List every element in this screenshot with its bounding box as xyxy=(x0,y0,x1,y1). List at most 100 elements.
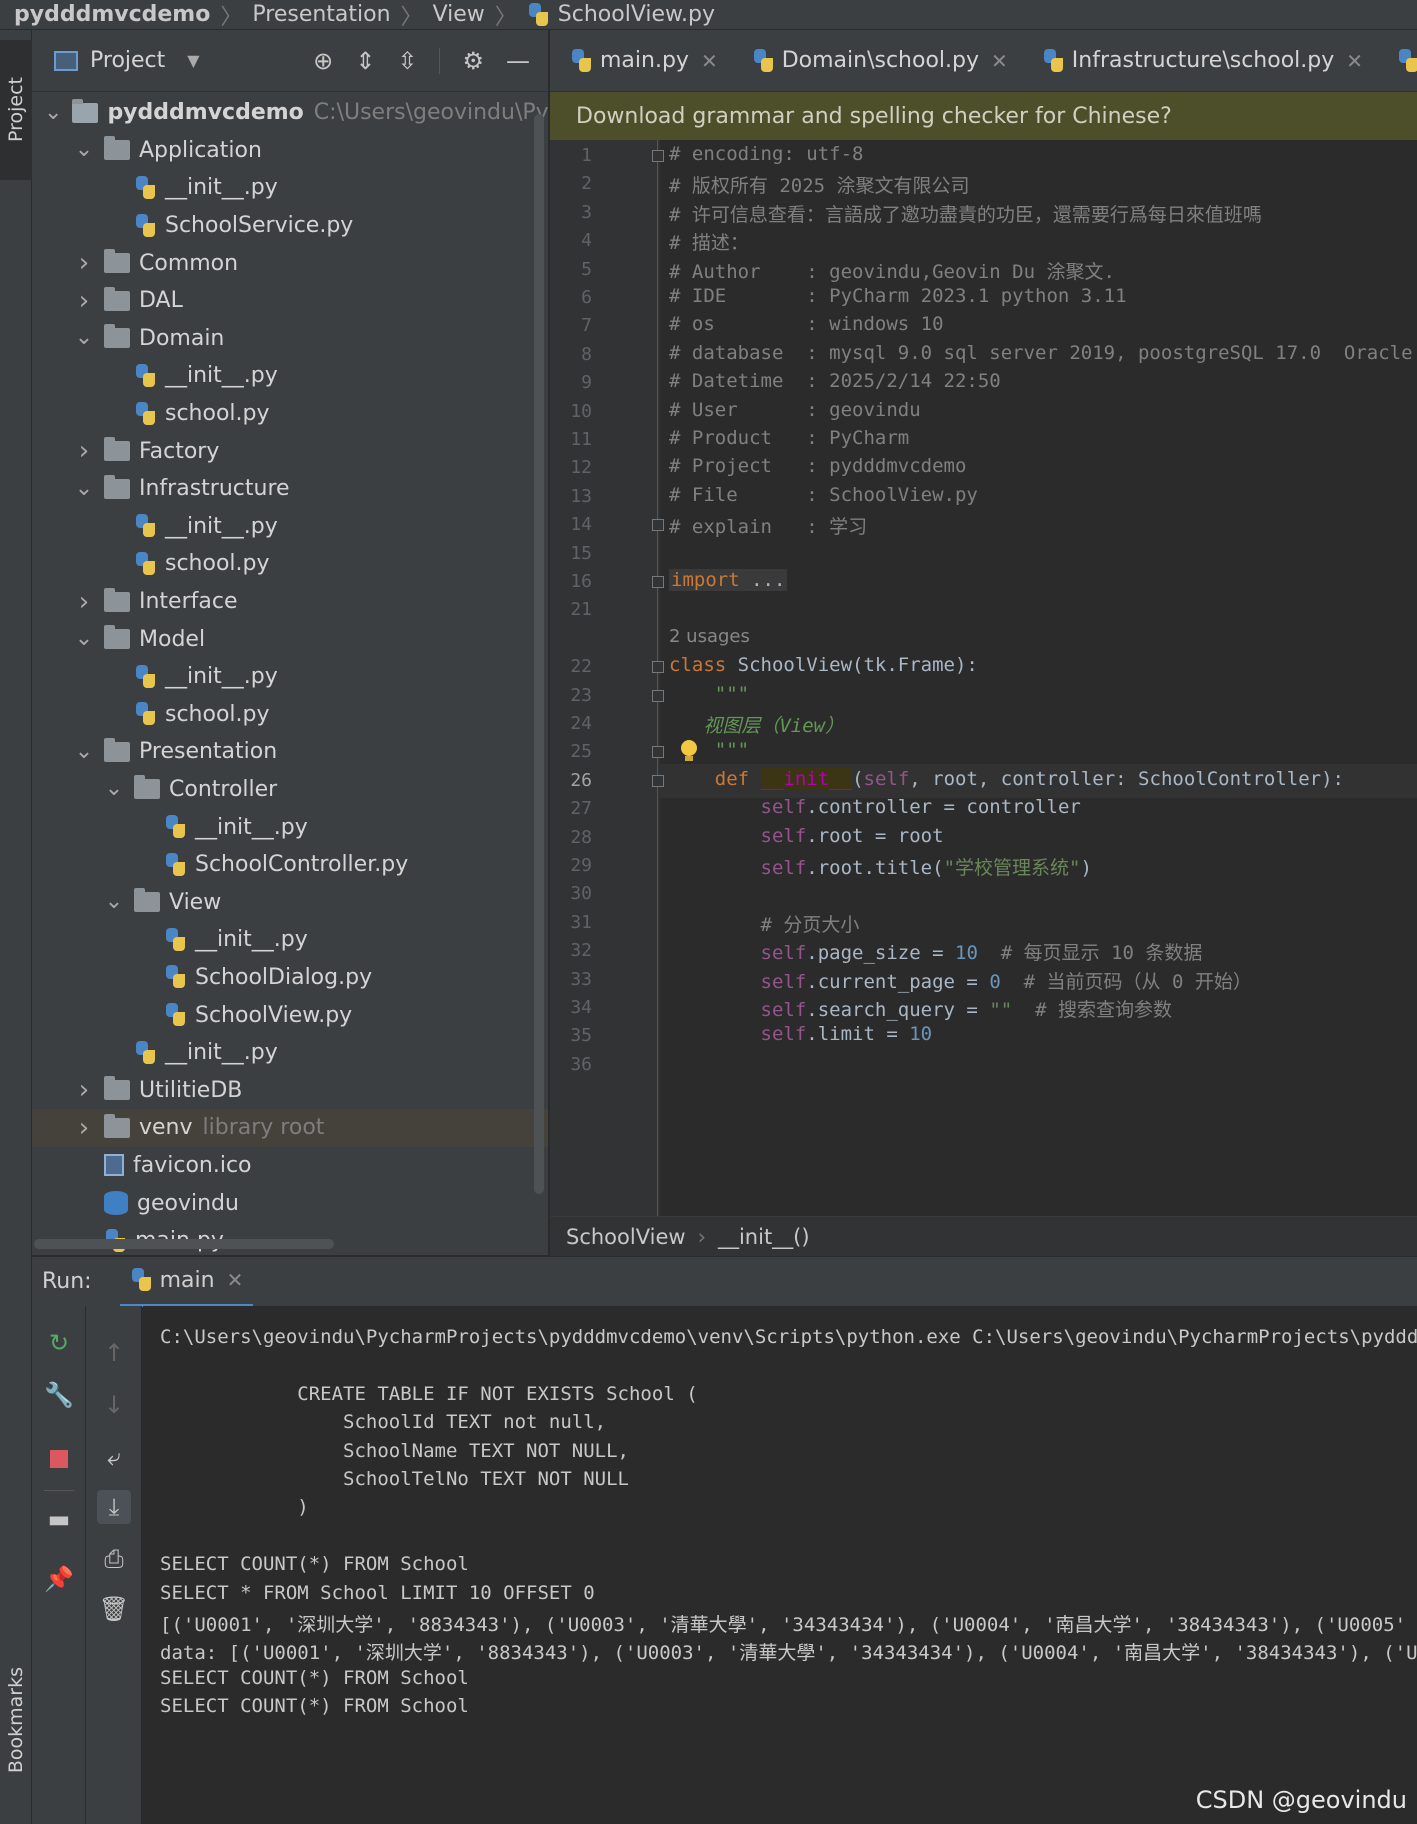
tree-folder-item[interactable]: › Factory xyxy=(32,432,548,470)
fold-marker-icon[interactable] xyxy=(652,746,664,759)
tree-file-item[interactable]: __init__.py xyxy=(32,357,548,395)
tree-file-item[interactable]: school.py xyxy=(32,696,548,734)
tree-file-item[interactable]: __init__.py xyxy=(32,169,548,207)
breadcrumb-item[interactable]: View xyxy=(433,2,485,27)
wrench-icon[interactable]: 🔧 xyxy=(42,1378,76,1412)
chevron-down-icon[interactable]: ⌄ xyxy=(74,327,94,349)
chevron-right-icon[interactable]: › xyxy=(74,250,94,276)
run-label: Run: xyxy=(42,1269,92,1294)
trash-icon[interactable]: 🗑 xyxy=(97,1592,131,1626)
tree-item-annotation: library root xyxy=(202,1115,325,1141)
fold-marker-icon[interactable] xyxy=(652,774,664,787)
scroll-to-end-icon[interactable]: ⤓ xyxy=(97,1490,131,1524)
tree-folder-item[interactable]: ⌄ pydddmvcdemo C:\Users\geovindu\PycharmPr… xyxy=(32,94,548,132)
tree-file-item[interactable]: SchoolService.py xyxy=(32,207,548,245)
chevron-down-icon[interactable]: ▼ xyxy=(187,51,199,70)
chevron-down-icon[interactable]: ⌄ xyxy=(74,628,94,650)
left-tool-strip: Project Bookmarks xyxy=(0,30,32,1824)
run-console-output[interactable]: C:\Users\geovindu\PycharmProjects\pydddm… xyxy=(143,1306,1417,1824)
editor-tab[interactable]: Sch xyxy=(1377,30,1417,91)
project-side-tab[interactable]: Project xyxy=(0,40,32,180)
tree-folder-item[interactable]: ⌄ Infrastructure xyxy=(32,470,548,508)
tree-file-item[interactable]: school.py xyxy=(32,545,548,583)
tree-file-item[interactable]: __init__.py xyxy=(32,921,548,959)
chevron-right-icon[interactable]: › xyxy=(74,589,94,615)
tree-file-item[interactable]: SchoolController.py xyxy=(32,846,548,884)
editor-tab[interactable]: main.py ✕ xyxy=(550,30,732,91)
collapse-all-icon[interactable]: ⇳ xyxy=(397,47,417,75)
tree-folder-item[interactable]: ⌄ View xyxy=(32,883,548,921)
fold-marker-icon[interactable] xyxy=(652,150,664,162)
chevron-right-icon[interactable]: › xyxy=(74,1077,94,1103)
editor-tab[interactable]: Domain\school.py ✕ xyxy=(732,30,1022,91)
tree-item-label: __init__.py xyxy=(165,513,278,539)
fold-marker-icon[interactable] xyxy=(652,689,664,702)
stop-icon[interactable] xyxy=(42,1442,76,1476)
locate-icon[interactable]: ⊕ xyxy=(313,47,333,75)
expand-all-icon[interactable]: ⇕ xyxy=(355,47,375,75)
tree-file-item[interactable]: favicon.ico xyxy=(32,1147,548,1185)
chevron-down-icon[interactable]: ⌄ xyxy=(74,477,94,499)
tree-folder-item[interactable]: › venv library root xyxy=(32,1109,548,1147)
tree-folder-item[interactable]: › Interface xyxy=(32,583,548,621)
tree-folder-item[interactable]: ⌄ Presentation xyxy=(32,733,548,771)
tree-file-item[interactable]: __init__.py xyxy=(32,508,548,546)
minimize-icon[interactable]: — xyxy=(506,47,530,75)
tree-folder-item[interactable]: ⌄ Domain xyxy=(32,320,548,358)
bookmarks-side-tab[interactable]: Bookmarks xyxy=(0,1630,32,1810)
tree-folder-item[interactable]: › UtilitieDB xyxy=(32,1071,548,1109)
chevron-right-icon[interactable]: › xyxy=(74,438,94,464)
tree-file-item[interactable]: __init__.py xyxy=(32,658,548,696)
down-arrow-icon[interactable]: ↓ xyxy=(97,1388,131,1422)
tree-file-item[interactable]: SchoolDialog.py xyxy=(32,959,548,997)
fold-marker-icon[interactable] xyxy=(652,519,664,532)
up-arrow-icon[interactable]: ↑ xyxy=(97,1336,131,1370)
code-line: self.limit = 10 xyxy=(760,1023,933,1046)
editor-tab[interactable]: Infrastructure\school.py ✕ xyxy=(1022,30,1377,91)
close-icon[interactable]: ✕ xyxy=(227,1268,244,1292)
usage-hint[interactable]: 2 usages xyxy=(669,626,750,647)
layout-icon[interactable]: ▬ xyxy=(42,1502,76,1536)
chevron-down-icon[interactable]: ⌄ xyxy=(74,740,94,762)
close-icon[interactable]: ✕ xyxy=(991,49,1008,73)
tree-folder-item[interactable]: ⌄ Application xyxy=(32,132,548,170)
chevron-right-icon[interactable]: › xyxy=(74,288,94,314)
code-editor[interactable]: 1 2 3 4 5 6 7 8 9 10 11 12 13 14 15 16 21 22 23 24 25 26 27 28 2… xyxy=(550,140,1417,1216)
tree-file-item[interactable]: __init__.py xyxy=(32,808,548,846)
run-tab-main[interactable]: main ✕ xyxy=(119,1257,254,1307)
tree-folder-item[interactable]: › DAL xyxy=(32,282,548,320)
breadcrumb-item[interactable]: SchoolView.py xyxy=(527,2,715,27)
fold-marker-icon[interactable] xyxy=(652,661,664,674)
project-vertical-scrollbar[interactable] xyxy=(534,114,544,1194)
python-file-icon xyxy=(134,664,156,689)
breadcrumb-item[interactable]: Presentation xyxy=(252,2,390,27)
project-panel-title[interactable]: Project xyxy=(90,48,165,73)
chevron-right-icon[interactable]: › xyxy=(74,1115,94,1141)
chevron-down-icon[interactable]: ⌄ xyxy=(44,101,62,123)
tree-file-item[interactable]: __init__.py xyxy=(32,1034,548,1072)
console-line: SELECT COUNT(*) FROM School xyxy=(160,1695,469,1718)
pin-icon[interactable]: 📌 xyxy=(42,1562,76,1596)
tree-file-item[interactable]: SchoolView.py xyxy=(32,996,548,1034)
rerun-icon[interactable]: ↻ xyxy=(42,1326,76,1360)
grammar-checker-banner[interactable]: Download grammar and spelling checker fo… xyxy=(550,92,1417,140)
tree-file-item[interactable]: geovindu xyxy=(32,1184,548,1222)
breadcrumb-item[interactable]: pydddmvcdemo xyxy=(14,2,210,27)
chevron-down-icon[interactable]: ⌄ xyxy=(74,139,94,161)
chevron-down-icon[interactable]: ⌄ xyxy=(104,891,124,913)
gear-icon[interactable]: ⚙ xyxy=(462,47,484,75)
soft-wrap-icon[interactable]: ⤶ xyxy=(97,1440,131,1474)
close-icon[interactable]: ✕ xyxy=(1346,49,1363,73)
close-icon[interactable]: ✕ xyxy=(701,49,718,73)
editor-breadcrumb-item[interactable]: __init__() xyxy=(718,1225,810,1249)
print-icon[interactable]: ⎙ xyxy=(97,1542,131,1576)
chevron-down-icon[interactable]: ⌄ xyxy=(104,778,124,800)
project-horizontal-scrollbar[interactable] xyxy=(34,1239,334,1249)
tree-file-item[interactable]: school.py xyxy=(32,395,548,433)
fold-marker-icon[interactable] xyxy=(652,576,664,588)
tree-folder-item[interactable]: ⌄ Model xyxy=(32,620,548,658)
tree-folder-item[interactable]: › Common xyxy=(32,244,548,282)
editor-breadcrumb-item[interactable]: SchoolView xyxy=(566,1225,686,1249)
line-number: 11 xyxy=(570,429,592,450)
tree-folder-item[interactable]: ⌄ Controller xyxy=(32,771,548,809)
